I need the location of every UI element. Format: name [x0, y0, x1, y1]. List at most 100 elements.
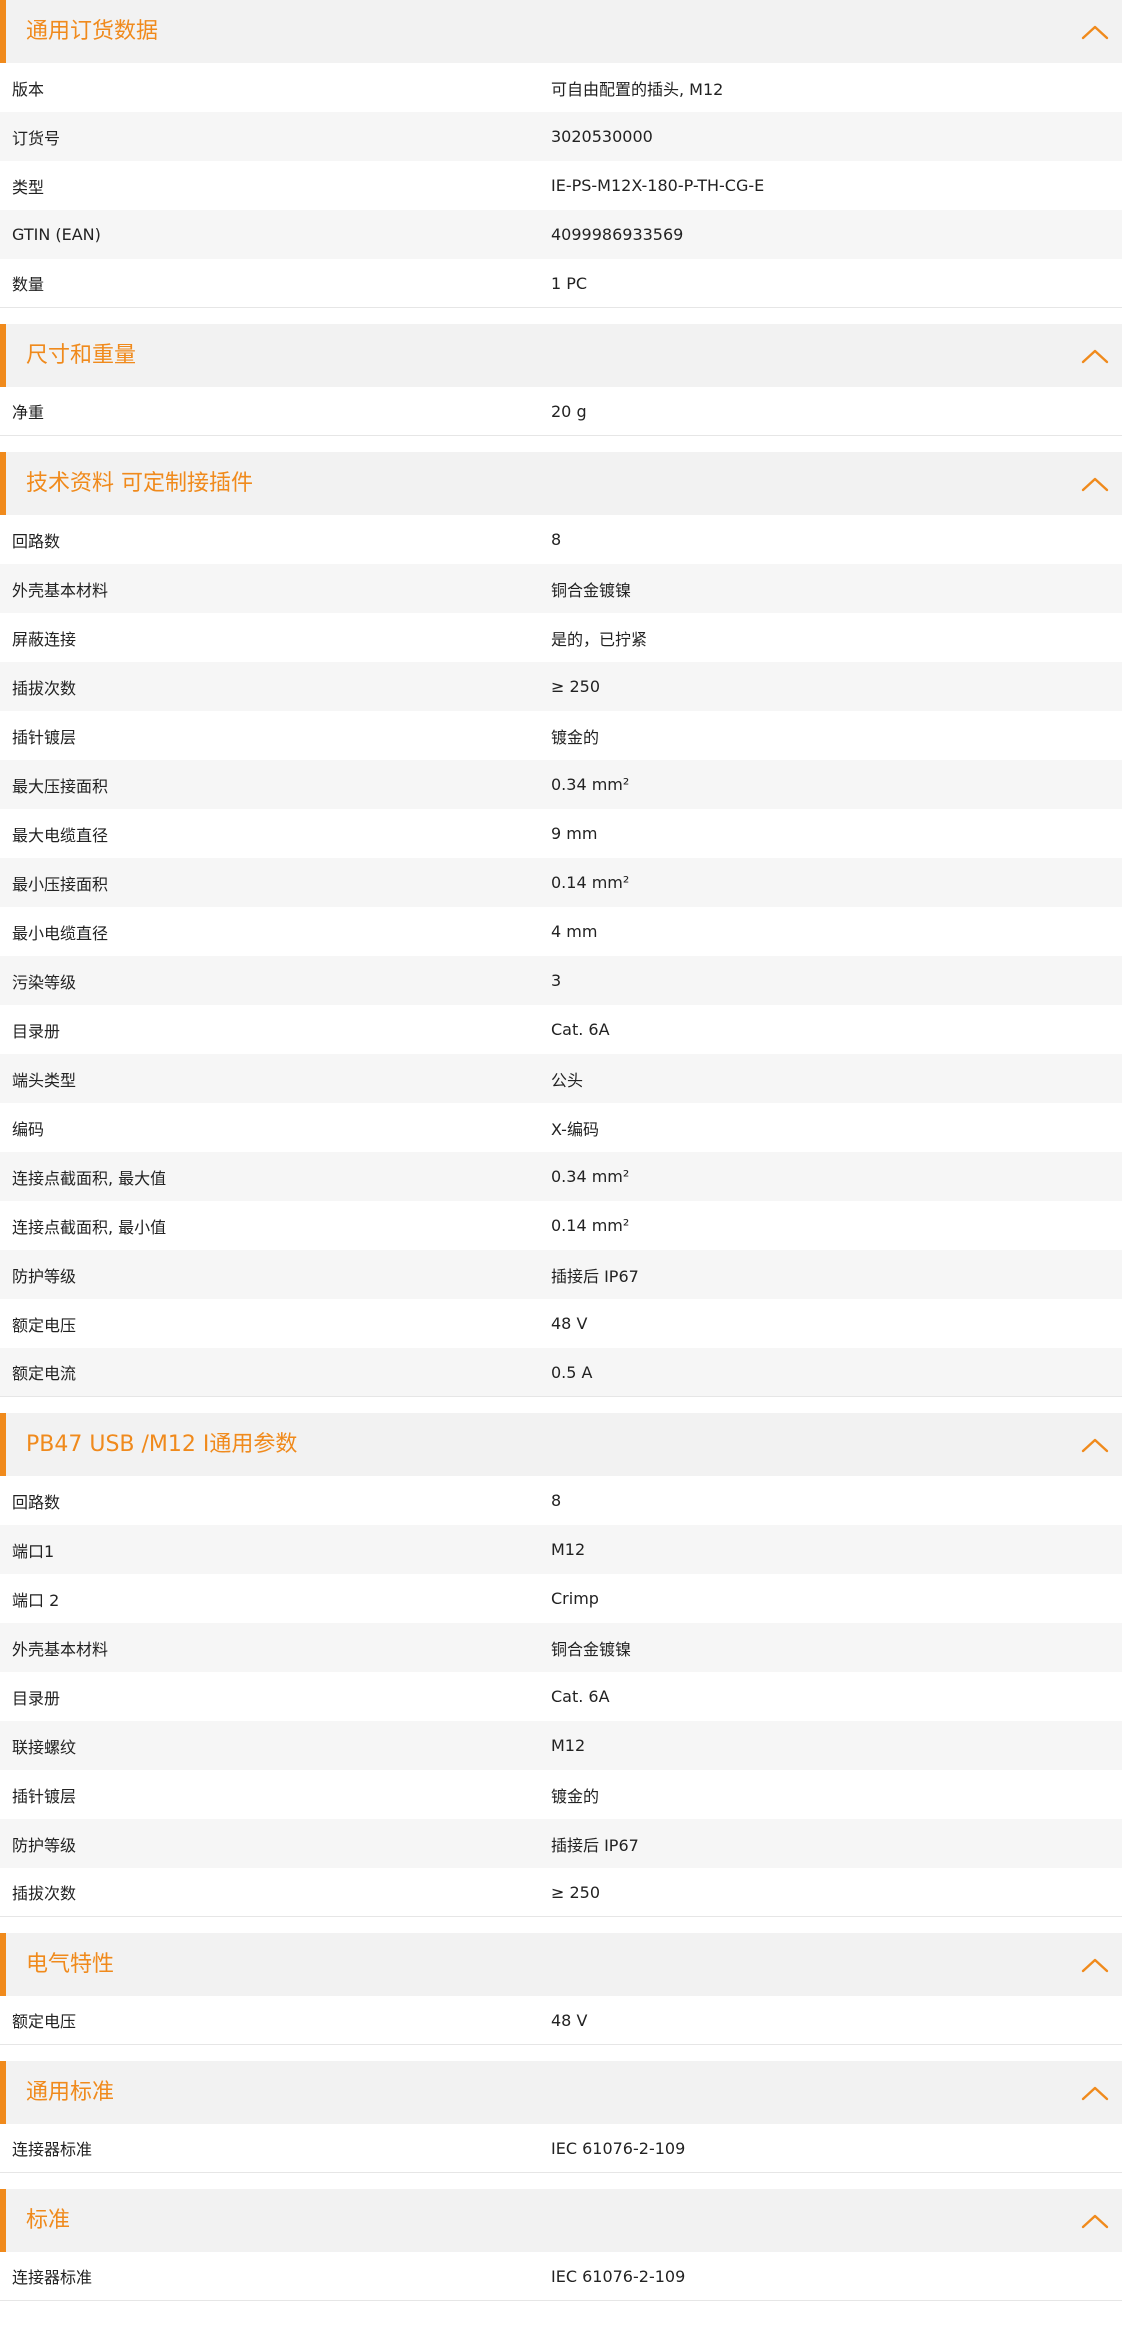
spec-row: 连接器标准 IEC 61076-2-109 — [0, 2252, 1122, 2301]
spec-label: 端头类型 — [12, 1070, 77, 1090]
spec-row: 防护等级 插接后 IP67 — [0, 1250, 1122, 1299]
spec-row: 连接点截面积, 最大值 0.34 mm² — [0, 1152, 1122, 1201]
spec-label: 连接器标准 — [12, 2268, 93, 2287]
chevron-up-icon[interactable] — [1080, 2211, 1110, 2231]
spec-section: 通用标准 连接器标准 IEC 61076-2-109 — [0, 2061, 1122, 2173]
spec-row: 最大压接面积 0.34 mm² — [0, 760, 1122, 809]
spec-value: 3020530000 — [551, 127, 653, 146]
spec-value: 0.5 A — [551, 1362, 593, 1382]
spec-value: 可自由配置的插头, M12 — [551, 79, 724, 99]
spec-label: 目录册 — [12, 1688, 61, 1708]
spec-row: 版本 可自由配置的插头, M12 — [0, 63, 1122, 112]
spec-value: 镀金的 — [551, 1786, 600, 1806]
spec-label: 最小压接面积 — [12, 874, 109, 894]
spec-label: 版本 — [12, 79, 45, 99]
spec-row: 回路数 8 — [0, 1476, 1122, 1525]
spec-row: 屏蔽连接 是的，已拧紧 — [0, 613, 1122, 662]
spec-value: Cat. 6A — [551, 1020, 610, 1039]
spec-row: 端头类型 公头 — [0, 1054, 1122, 1103]
spec-row: 插针镀层 镀金的 — [0, 1770, 1122, 1819]
spec-value: ≥ 250 — [551, 677, 601, 696]
spec-row: 目录册 Cat. 6A — [0, 1672, 1122, 1721]
spec-row: 污染等级 3 — [0, 956, 1122, 1005]
chevron-up-icon[interactable] — [1080, 346, 1110, 366]
section-header[interactable]: 通用标准 — [0, 2061, 1122, 2124]
spec-value: 3 — [551, 971, 562, 990]
chevron-up-icon[interactable] — [1080, 2083, 1110, 2103]
spec-row: 最大电缆直径 9 mm — [0, 809, 1122, 858]
section-title: 电气特性 — [26, 1951, 115, 1977]
spec-label: 屏蔽连接 — [12, 629, 77, 649]
spec-row: 数量 1 PC — [0, 259, 1122, 308]
spec-value: M12 — [551, 1736, 586, 1755]
spec-sheet: 通用订货数据 版本 可自由配置的插头, M12 订货号 3020530000 类… — [0, 0, 1122, 2301]
spec-row: 最小电缆直径 4 mm — [0, 907, 1122, 956]
section-header[interactable]: 标准 — [0, 2189, 1122, 2252]
spec-value: 20 g — [551, 401, 587, 421]
spec-value: 1 PC — [551, 273, 588, 293]
spec-section: 通用订货数据 版本 可自由配置的插头, M12 订货号 3020530000 类… — [0, 0, 1122, 308]
spec-value: IEC 61076-2-109 — [551, 2138, 686, 2158]
chevron-up-icon[interactable] — [1080, 1435, 1110, 1455]
chevron-up-icon[interactable] — [1080, 1955, 1110, 1975]
spec-section: 标准 连接器标准 IEC 61076-2-109 — [0, 2189, 1122, 2301]
spec-label: 额定电压 — [12, 1315, 77, 1335]
section-title: 通用标准 — [26, 2079, 115, 2105]
spec-row: 端口 2 Crimp — [0, 1574, 1122, 1623]
spec-label: 插针镀层 — [12, 727, 77, 747]
spec-section: 技术资料 可定制接插件 回路数 8 外壳基本材料 铜合金镀镍 屏蔽连接 是的，已… — [0, 452, 1122, 1397]
section-header[interactable]: 技术资料 可定制接插件 — [0, 452, 1122, 515]
spec-row: 外壳基本材料 铜合金镀镍 — [0, 564, 1122, 613]
section-rows: 回路数 8 外壳基本材料 铜合金镀镍 屏蔽连接 是的，已拧紧 插拔次数 ≥ 25… — [0, 515, 1122, 1397]
spec-value: 48 V — [551, 1314, 588, 1333]
section-header[interactable]: 电气特性 — [0, 1933, 1122, 1996]
spec-label: 插针镀层 — [12, 1786, 77, 1806]
spec-label: 联接螺纹 — [12, 1737, 77, 1757]
spec-value: 是的，已拧紧 — [551, 629, 648, 649]
spec-value: Cat. 6A — [551, 1687, 610, 1706]
spec-row: 外壳基本材料 铜合金镀镍 — [0, 1623, 1122, 1672]
spec-label: 防护等级 — [12, 1835, 77, 1855]
spec-label: 最小电缆直径 — [12, 923, 109, 943]
spec-value: IE-PS-M12X-180-P-TH-CG-E — [551, 176, 765, 195]
chevron-up-icon[interactable] — [1080, 22, 1110, 42]
section-title: 技术资料 可定制接插件 — [26, 470, 253, 496]
section-spacer — [0, 1917, 1122, 1933]
spec-row: 额定电压 48 V — [0, 1299, 1122, 1348]
spec-row: 回路数 8 — [0, 515, 1122, 564]
section-title: 尺寸和重量 — [26, 342, 137, 368]
section-spacer — [0, 308, 1122, 324]
spec-label: 目录册 — [12, 1021, 61, 1041]
section-header[interactable]: 尺寸和重量 — [0, 324, 1122, 387]
section-rows: 连接器标准 IEC 61076-2-109 — [0, 2252, 1122, 2301]
spec-section: PB47 USB /M12 I通用参数 回路数 8 端口1 M12 端口 2 C… — [0, 1413, 1122, 1917]
spec-value: ≥ 250 — [551, 1882, 601, 1902]
chevron-up-icon[interactable] — [1080, 474, 1110, 494]
spec-row: 插针镀层 镀金的 — [0, 711, 1122, 760]
section-rows: 版本 可自由配置的插头, M12 订货号 3020530000 类型 IE-PS… — [0, 63, 1122, 308]
section-header[interactable]: PB47 USB /M12 I通用参数 — [0, 1413, 1122, 1476]
section-title: 通用订货数据 — [26, 18, 159, 44]
section-header[interactable]: 通用订货数据 — [0, 0, 1122, 63]
section-rows: 额定电压 48 V — [0, 1996, 1122, 2045]
spec-label: 插拔次数 — [12, 1884, 77, 1903]
section-rows: 连接器标准 IEC 61076-2-109 — [0, 2124, 1122, 2173]
spec-row: 连接点截面积, 最小值 0.14 mm² — [0, 1201, 1122, 1250]
spec-label: 最大压接面积 — [12, 776, 109, 796]
spec-value: 0.14 mm² — [551, 873, 630, 892]
spec-row: 目录册 Cat. 6A — [0, 1005, 1122, 1054]
spec-label: 订货号 — [12, 128, 61, 148]
spec-value: 0.14 mm² — [551, 1216, 630, 1235]
spec-row: 防护等级 插接后 IP67 — [0, 1819, 1122, 1868]
spec-label: 连接点截面积, 最大值 — [12, 1168, 167, 1188]
section-title: 标准 — [26, 2207, 71, 2233]
spec-label: 额定电流 — [12, 1364, 77, 1383]
spec-label: 外壳基本材料 — [12, 1639, 109, 1659]
spec-row: 订货号 3020530000 — [0, 112, 1122, 161]
spec-value: 8 — [551, 1491, 562, 1510]
spec-value: 8 — [551, 530, 562, 549]
spec-row: 连接器标准 IEC 61076-2-109 — [0, 2124, 1122, 2173]
spec-value: 0.34 mm² — [551, 775, 630, 794]
spec-value: 插接后 IP67 — [551, 1835, 639, 1855]
spec-label: 净重 — [12, 403, 45, 422]
